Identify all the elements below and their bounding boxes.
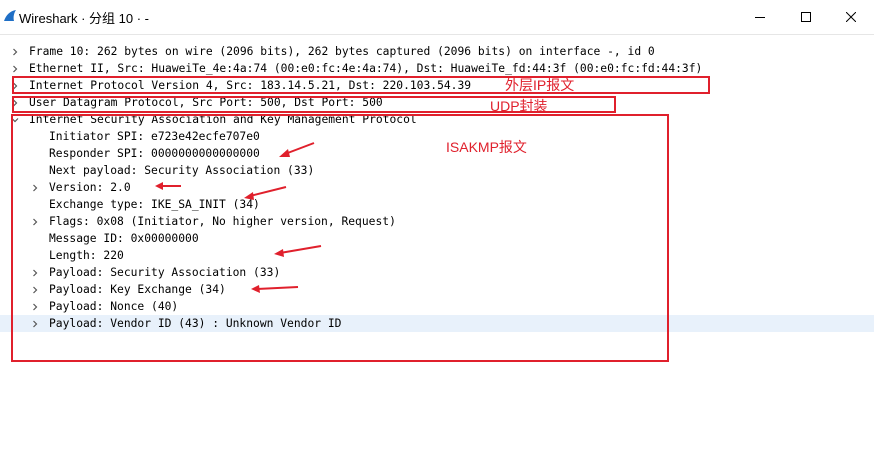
arrow-icon [279,142,315,157]
annotation-arrows [155,142,322,293]
arrow-icon [251,285,299,293]
arrow-icon [155,182,181,190]
arrow-icon [274,245,322,257]
arrow-icon [244,186,287,200]
